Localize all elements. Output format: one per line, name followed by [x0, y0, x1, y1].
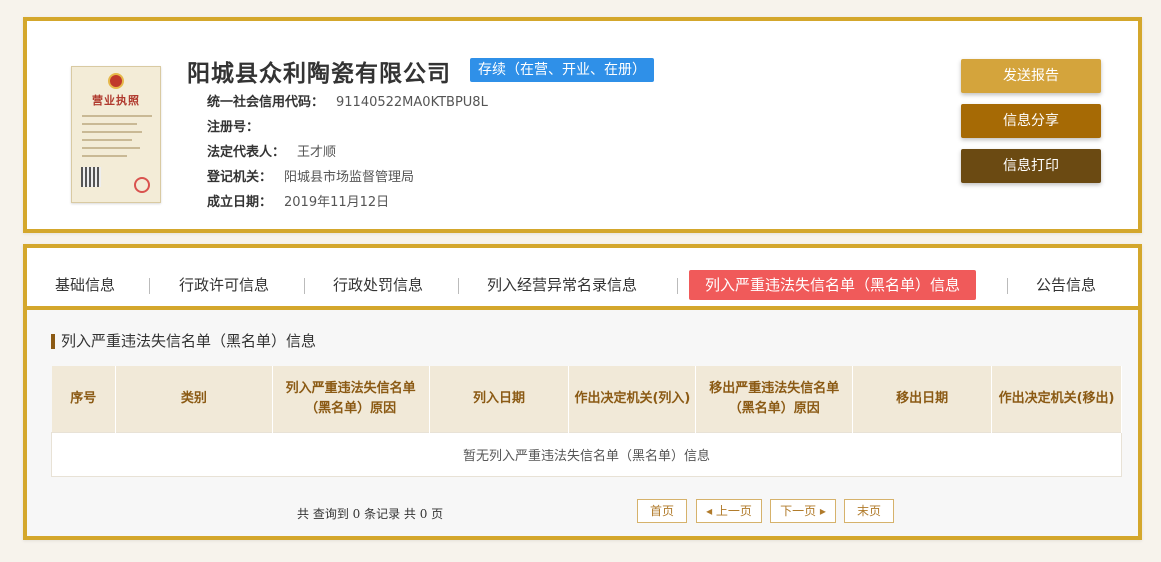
info-value: 2019年11月12日: [284, 195, 390, 210]
info-key: 成立日期：: [207, 195, 273, 210]
info-value: 阳城县市场监督管理局: [284, 170, 415, 185]
tab-separator: [1007, 278, 1008, 294]
company-header-card: 营业执照 阳城县众利陶瓷有限公司 存续（在营、开业、在册） 统一社会信用代码： 9…: [23, 17, 1142, 233]
info-value: 王才顺: [297, 145, 337, 160]
tab-separator: [677, 278, 678, 294]
info-row-reg-number: 注册号：: [207, 116, 271, 135]
col-header-list-date: 列入日期: [429, 366, 570, 432]
info-row-legal-rep: 法定代表人： 王才顺: [207, 141, 336, 160]
tab-separator: [149, 278, 150, 294]
qr-code-icon: [81, 167, 101, 187]
national-emblem-icon: [108, 73, 124, 89]
col-header-list-reason: 列入严重违法失信名单（黑名单）原因: [272, 366, 430, 432]
tab-admin-penalty[interactable]: 行政处罚信息: [333, 270, 423, 300]
tab-abnormal-operation[interactable]: 列入经营异常名录信息: [487, 270, 637, 300]
next-page-button[interactable]: 下一页 ▸: [770, 499, 836, 523]
col-header-remove-date: 移出日期: [852, 366, 993, 432]
send-report-button[interactable]: 发送报告: [961, 59, 1101, 93]
empty-message: 暂无列入严重违法失信名单（黑名单）信息: [51, 431, 1122, 477]
tab-bar: 基础信息 行政许可信息 行政处罚信息 列入经营异常名录信息 列入严重违法失信名单…: [27, 248, 1138, 310]
share-info-button[interactable]: 信息分享: [961, 104, 1101, 138]
tab-admin-license[interactable]: 行政许可信息: [179, 270, 269, 300]
last-page-button[interactable]: 末页: [844, 499, 894, 523]
business-license-image: 营业执照: [71, 66, 161, 203]
print-info-button[interactable]: 信息打印: [961, 149, 1101, 183]
info-key: 登记机关：: [207, 170, 273, 185]
info-row-credit-code: 统一社会信用代码： 91140522MA0KTBPU8L: [207, 91, 488, 110]
info-key: 统一社会信用代码：: [207, 95, 325, 110]
license-text-lines: [82, 115, 152, 163]
table-row: 暂无列入严重违法失信名单（黑名单）信息: [51, 431, 1122, 477]
prev-page-button[interactable]: ◂ 上一页: [696, 499, 762, 523]
tab-separator: [304, 278, 305, 294]
col-header-remove-authority: 作出决定机关(移出): [991, 366, 1122, 432]
blacklist-table: 序号 类别 列入严重违法失信名单（黑名单）原因 列入日期 作出决定机关(列入) …: [51, 366, 1122, 477]
col-header-index: 序号: [51, 366, 116, 432]
tab-basic-info[interactable]: 基础信息: [55, 270, 115, 300]
tab-blacklist[interactable]: 列入严重违法失信名单（黑名单）信息: [689, 270, 977, 300]
info-row-reg-authority: 登记机关： 阳城县市场监督管理局: [207, 166, 414, 185]
tab-announcements[interactable]: 公告信息: [1036, 270, 1096, 300]
details-card: 基础信息 行政许可信息 行政处罚信息 列入经营异常名录信息 列入严重违法失信名单…: [23, 244, 1142, 540]
section-title: 列入严重违法失信名单（黑名单）信息: [51, 334, 316, 349]
record-summary: 共 查询到 0 条记录 共 0 页: [297, 507, 444, 521]
col-header-remove-reason: 移出严重违法失信名单（黑名单）原因: [695, 366, 854, 432]
col-header-list-authority: 作出决定机关(列入): [568, 366, 697, 432]
license-title: 营业执照: [92, 94, 140, 107]
info-key: 法定代表人：: [207, 145, 286, 160]
table-header-row: 序号 类别 列入严重违法失信名单（黑名单）原因 列入日期 作出决定机关(列入) …: [51, 366, 1122, 432]
first-page-button[interactable]: 首页: [637, 499, 687, 523]
info-value: 91140522MA0KTBPU8L: [336, 95, 488, 110]
info-key: 注册号：: [207, 120, 260, 135]
tab-separator: [458, 278, 459, 294]
status-badge: 存续（在营、开业、在册）: [470, 58, 654, 82]
col-header-category: 类别: [115, 366, 273, 432]
company-name: 阳城县众利陶瓷有限公司: [187, 60, 451, 87]
info-row-established: 成立日期： 2019年11月12日: [207, 191, 389, 210]
red-seal-icon: [134, 177, 150, 193]
